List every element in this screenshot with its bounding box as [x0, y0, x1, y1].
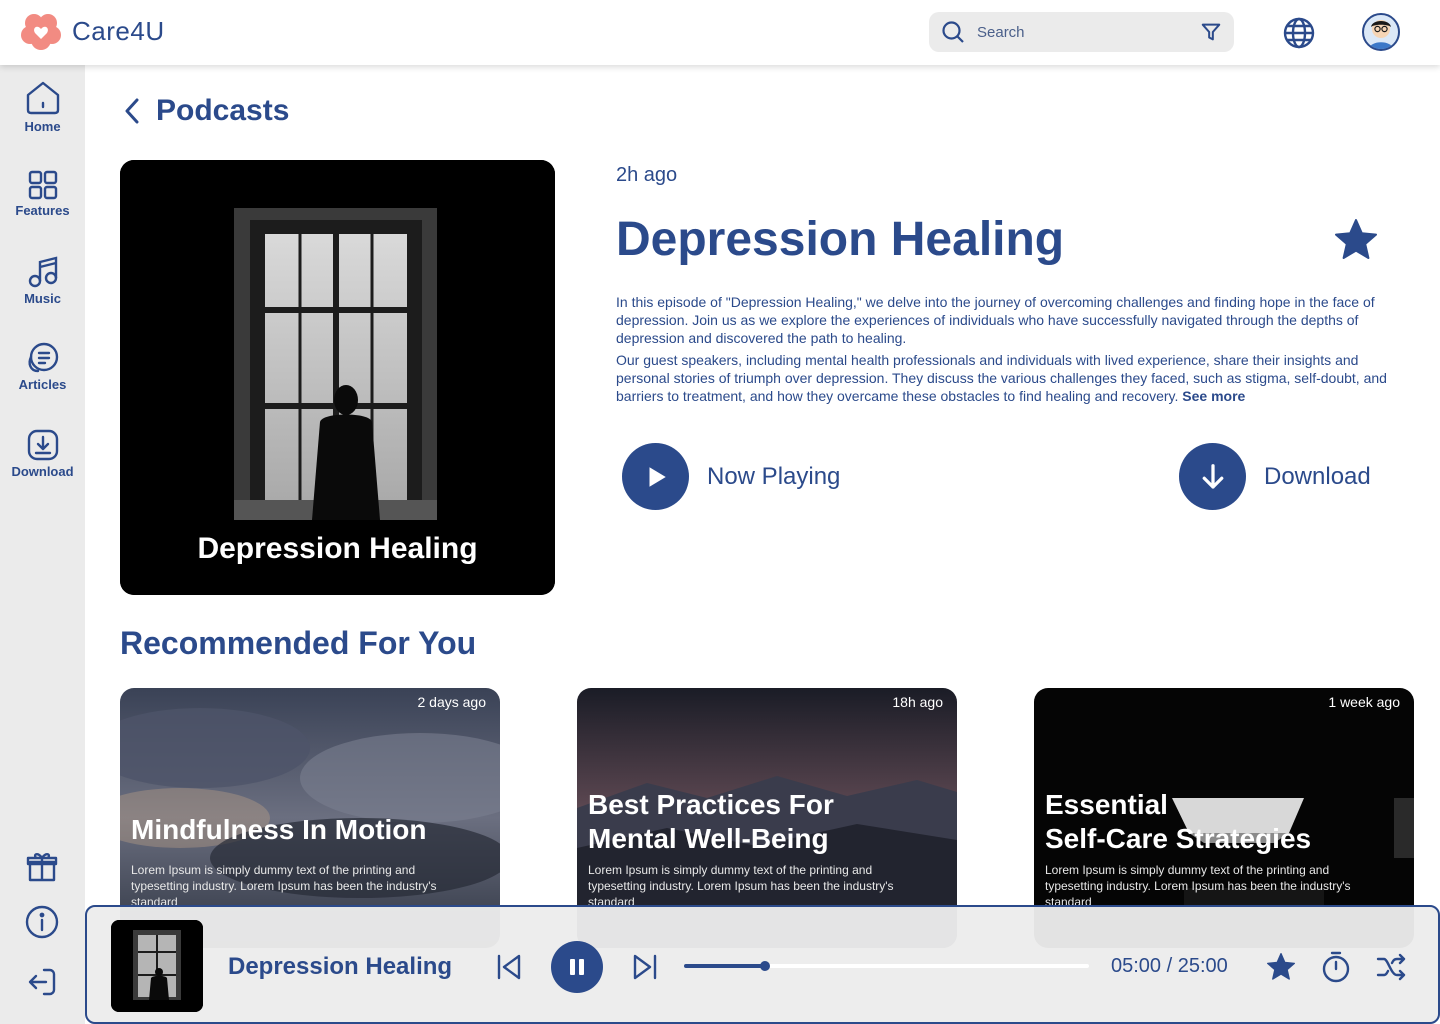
episode-cover: Depression Healing [120, 160, 555, 595]
now-playing-button[interactable]: Now Playing [622, 443, 840, 510]
play-icon [649, 466, 666, 487]
search-bar[interactable]: Search [929, 12, 1234, 52]
progress-bar[interactable] [684, 961, 1089, 971]
card-title: Mindfulness In Motion [131, 814, 427, 845]
episode-description: In this episode of "Depression Healing,"… [616, 293, 1391, 409]
description-paragraph: In this episode of "Depression Healing,"… [616, 294, 1375, 346]
favorite-star-icon[interactable] [1265, 951, 1297, 983]
shuffle-icon[interactable] [1375, 952, 1407, 982]
sidebar: Home Features Music Articles Download [0, 65, 85, 1024]
sidebar-item-label: Features [15, 203, 70, 218]
chevron-left-icon[interactable] [122, 96, 142, 126]
sidebar-item-label: Download [11, 464, 74, 479]
window-silhouette-thumbnail [111, 920, 203, 1012]
pause-button[interactable] [551, 941, 603, 993]
cover-title: Depression Healing [197, 532, 478, 565]
download-icon [27, 429, 58, 461]
card-time-ago: 2 days ago [417, 694, 487, 710]
time-readout: 05:00 / 25:00 [1111, 955, 1228, 977]
sidebar-item-features[interactable]: Features [0, 169, 85, 218]
filter-icon[interactable] [1200, 21, 1222, 43]
brain-heart-icon [21, 14, 61, 50]
arrow-down-icon [1202, 463, 1223, 489]
app-name: Care4U [72, 15, 165, 46]
top-bar: Care4U Search [0, 0, 1440, 65]
see-more-link[interactable]: See more [1182, 388, 1245, 404]
grid-icon [28, 170, 57, 200]
section-title: Recommended For You [120, 625, 477, 661]
description-paragraph: Our guest speakers, including mental hea… [616, 352, 1387, 404]
timer-icon[interactable] [1320, 950, 1352, 984]
music-icon [28, 256, 57, 288]
globe-icon[interactable] [1282, 16, 1316, 50]
sidebar-item-label: Music [24, 291, 61, 306]
card-title: Best Practices For Mental Well-Being [588, 789, 834, 854]
logout-icon[interactable] [24, 964, 60, 1000]
favorite-star-icon[interactable] [1332, 216, 1380, 264]
search-icon [942, 21, 964, 43]
app-logo[interactable]: Care4U [20, 10, 165, 52]
sidebar-item-home[interactable]: Home [0, 79, 85, 134]
pause-icon [570, 959, 584, 975]
sidebar-item-label: Articles [18, 377, 67, 392]
player-thumbnail[interactable] [111, 920, 203, 1012]
card-description: Lorem Ipsum is simply dummy text of the … [1045, 863, 1351, 909]
episode-title: Depression Healing [616, 213, 1065, 266]
sidebar-item-download[interactable]: Download [0, 428, 85, 479]
page-title: Podcasts [156, 94, 290, 127]
user-avatar[interactable] [1362, 13, 1400, 51]
now-playing-label: Now Playing [707, 462, 841, 490]
progress-fill [684, 964, 765, 968]
sidebar-item-label: Home [24, 119, 61, 134]
player-track-title: Depression Healing [228, 953, 453, 980]
media-player-bar: Depression Healing 05:00 / 25:00 [85, 905, 1440, 1024]
sidebar-item-articles[interactable]: Articles [0, 341, 85, 392]
window-silhouette-image [120, 160, 555, 595]
info-icon[interactable] [24, 904, 60, 940]
search-input[interactable]: Search [977, 24, 1200, 41]
card-time-ago: 1 week ago [1328, 694, 1400, 710]
previous-track-icon[interactable] [494, 952, 524, 982]
next-track-icon[interactable] [630, 952, 660, 982]
card-title: Essential Self-Care Strategies [1045, 789, 1312, 854]
breadcrumb: Podcasts [122, 94, 289, 128]
progress-handle[interactable] [760, 961, 770, 971]
download-button[interactable]: Download [1179, 443, 1371, 510]
card-description: Lorem Ipsum is simply dummy text of the … [131, 863, 437, 909]
home-icon [26, 81, 59, 115]
card-description: Lorem Ipsum is simply dummy text of the … [588, 863, 894, 909]
sidebar-item-music[interactable]: Music [0, 255, 85, 306]
download-circle[interactable] [1179, 443, 1246, 510]
play-circle[interactable] [622, 443, 689, 510]
gift-icon[interactable] [24, 848, 60, 884]
card-time-ago: 18h ago [892, 694, 943, 710]
episode-time-ago: 2h ago [616, 164, 678, 186]
download-label: Download [1264, 462, 1371, 490]
articles-icon [28, 342, 58, 373]
